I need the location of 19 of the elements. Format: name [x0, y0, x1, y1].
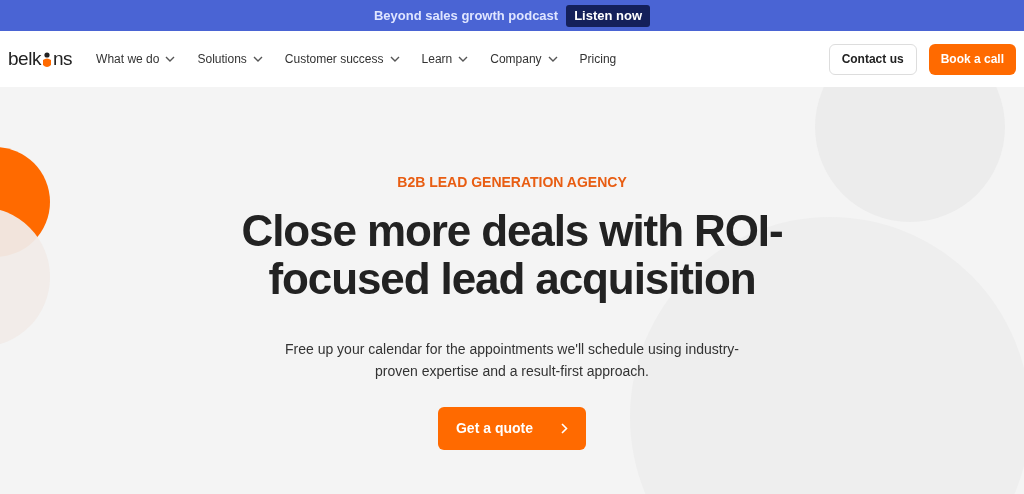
chevron-down-icon	[547, 56, 558, 62]
announcement-text: Beyond sales growth podcast	[373, 6, 559, 25]
chevron-down-icon	[389, 56, 400, 62]
nav-link[interactable]: Pricing	[579, 50, 617, 68]
nav-link[interactable]: Learn	[421, 50, 469, 68]
chevron-down-icon	[165, 56, 176, 62]
nav-link[interactable]: Customer success	[284, 50, 400, 68]
chevron-down-icon	[252, 56, 263, 62]
chevron-right-icon	[561, 423, 568, 434]
listen-now-button[interactable]: Listen now	[566, 4, 651, 27]
eyebrow-text: B2B LEAD GENERATION AGENCY	[397, 173, 627, 192]
subtitle-text: Free up your calendar for the appointments we'll schedule using industry- proven expertise and a result-first approach.	[285, 340, 739, 381]
nav-link[interactable]: Solutions	[197, 50, 263, 68]
logo[interactable]: belk ns	[8, 44, 73, 74]
chevron-down-icon	[458, 56, 469, 62]
contact-button[interactable]: Contact us	[828, 43, 917, 75]
headline: Close more deals with ROI- focused lead acquisition	[241, 207, 783, 303]
nav-link[interactable]: Company	[490, 50, 558, 68]
nav-link[interactable]: What we do	[96, 50, 176, 68]
